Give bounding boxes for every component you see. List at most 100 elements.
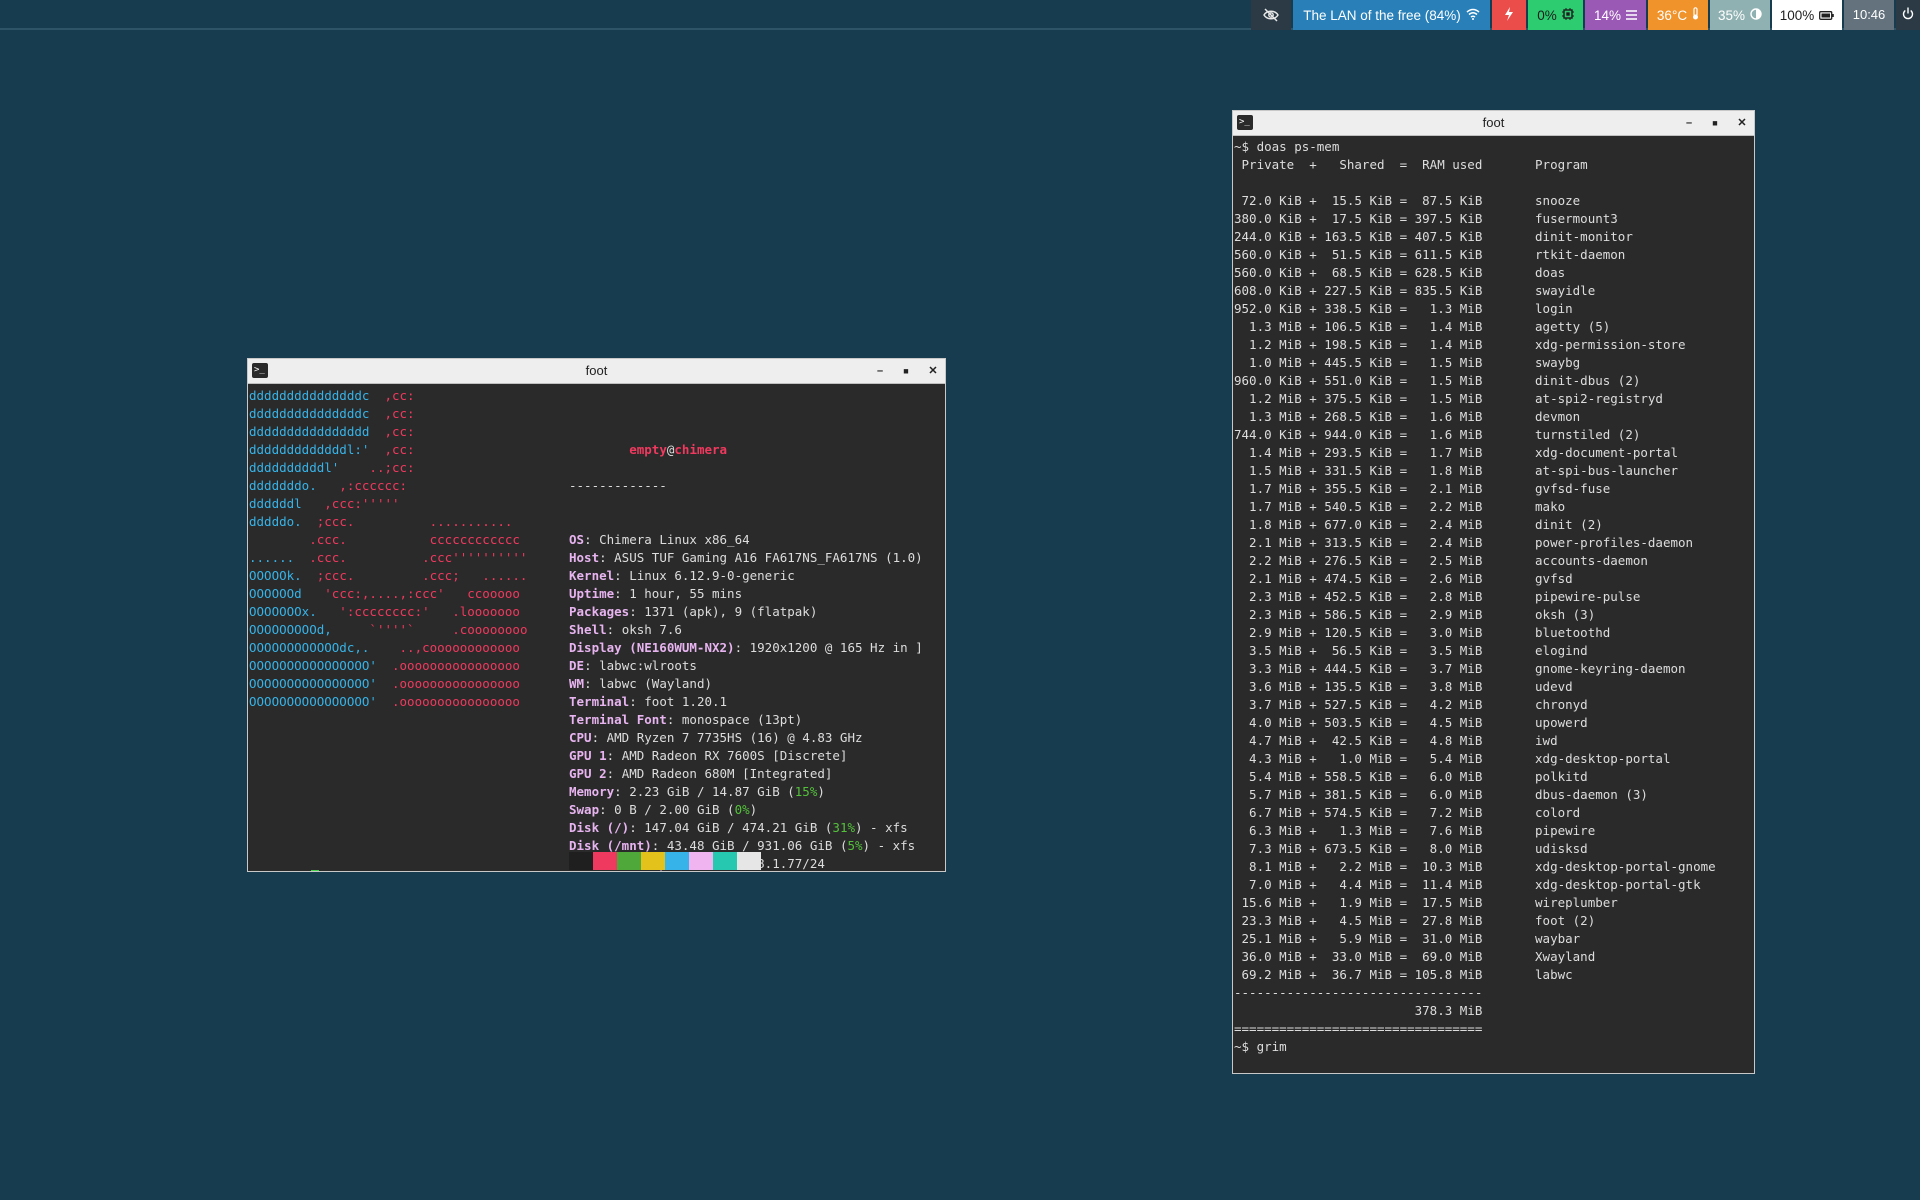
battery[interactable]: 100% [1772,0,1842,30]
output-line: 1.3 MiB + 106.5 KiB = 1.4 MiB agetty (5) [1234,319,1611,334]
output-line: 6.7 MiB + 574.5 KiB = 7.2 MiB colord [1234,805,1581,820]
cpu-usage[interactable]: 0% [1528,0,1583,30]
output-line: 2.1 MiB + 474.5 KiB = 2.6 MiB gvfsd [1234,571,1573,586]
shell-prompt[interactable]: ~$ [249,852,320,871]
output-line: 1.2 MiB + 198.5 KiB = 1.4 MiB xdg-permis… [1234,337,1686,352]
logo-line: dddddddo. ,:cccccc: [249,477,527,495]
logo-part-d: ddddddddddl' [249,460,340,475]
logo-part-d: OOOOOk. [249,568,302,583]
output-line: 36.0 MiB + 33.0 MiB = 69.0 MiB Xwayland [1234,949,1596,964]
output-line: 5.7 MiB + 381.5 KiB = 6.0 MiB dbus-daemo… [1234,787,1648,802]
logo-part-c: ..,coooooooooooo [369,640,520,655]
logo-line: OOOOOOOOOOOOOOOO' .oooooooooooooooo [249,693,527,711]
eye-off-icon [1263,8,1279,22]
color-swatch [689,852,713,870]
info-key: CPU [569,730,592,745]
power-icon [1902,7,1914,23]
power-menu[interactable] [1896,0,1920,30]
logo-part-c: ;ccc. ........... [301,514,513,529]
logo-part-d: dddddddddddddddc [249,406,370,421]
backlight[interactable]: 35% [1710,0,1770,30]
info-key: DE [569,658,585,673]
info-value: : monospace (13pt) [666,712,803,727]
color-swatch [617,852,641,870]
logo-part-d: OOOOOOOOOOOOOOOO' [249,658,377,673]
window-titlebar[interactable]: >_ foot – ■ ✕ [1233,111,1754,136]
info-key: GPU 1 [569,748,607,763]
output-line: 6.3 MiB + 1.3 MiB = 7.6 MiB pipewire [1234,823,1596,838]
logo-part-c: 'ccc:,....,:ccc' ccooooo [301,586,520,601]
logo-part-c: .oooooooooooooooo [376,676,520,691]
output-line: 2.1 MiB + 313.5 KiB = 2.4 MiB power-prof… [1234,535,1694,550]
terminal-output[interactable]: ~$ doas ps-mem Private + Shared = RAM us… [1233,136,1754,1073]
logo-line: OOOOOOOOOOOOdc,. ..,coooooooooooo [249,639,527,657]
info-key: GPU 2 [569,766,607,781]
window-title: foot [1482,115,1505,130]
output-line: 1.7 MiB + 355.5 KiB = 2.1 MiB gvfsd-fuse [1234,481,1611,496]
output-line: --------------------------------- [1234,985,1483,1000]
memory-usage[interactable]: 14% [1585,0,1646,30]
info-row: Host: ASUS TUF Gaming A16 FA617NS_FA617N… [569,549,923,567]
info-value: : ASUS TUF Gaming A16 FA617NS_FA617NS (1… [599,550,923,565]
maximize-button[interactable]: ■ [899,363,913,379]
idle-inhibitor[interactable] [1251,0,1291,30]
network-label: The LAN of the free (84%) [1303,7,1461,23]
cpu-label: 0% [1537,7,1557,23]
logo-line: ddddddl ,ccc:''''' [249,495,527,513]
clock-label: 10:46 [1852,7,1886,22]
output-line: 1.4 MiB + 293.5 KiB = 1.7 MiB xdg-docume… [1234,445,1679,460]
close-button[interactable]: ✕ [1735,115,1749,131]
text-cursor [311,870,320,871]
logo-line: dddddddddddddl:' ,cc: [249,441,527,459]
network-status[interactable]: The LAN of the free (84%) [1293,0,1490,30]
output-line: 3.5 MiB + 56.5 KiB = 3.5 MiB elogind [1234,643,1588,658]
close-button[interactable]: ✕ [926,363,940,379]
output-line: 2.2 MiB + 276.5 KiB = 2.5 MiB accounts-d… [1234,553,1648,568]
logo-part-c: ,cc: [369,406,415,421]
logo-part-c: .oooooooooooooooo [376,694,520,709]
status-modules: The LAN of the free (84%) 0% 14% 36°C 35… [1251,0,1920,30]
terminal-output[interactable]: dddddddddddddddc ,cc: dddddddddddddddc ,c… [248,384,945,871]
info-key: WM [569,676,585,691]
logo-part-d: ddddddl [249,496,302,511]
minimize-button[interactable]: – [1682,115,1696,131]
wifi-icon [1466,8,1480,23]
logo-line: dddddddddddddddc ,cc: [249,405,527,423]
info-row: WM: labwc (Wayland) [569,675,923,693]
info-key: OS [569,532,585,547]
logo-part-d: dddddddddddddddd [249,424,370,439]
info-highlight: 15% [794,784,818,799]
logo-part-d: ...... [249,550,295,565]
window-titlebar[interactable]: >_ foot – ■ ✕ [248,359,945,384]
output-line: 2.3 MiB + 452.5 KiB = 2.8 MiB pipewire-p… [1234,589,1641,604]
info-tail: ) - xfs [855,820,908,835]
output-line: 608.0 KiB + 227.5 KiB = 835.5 KiB swayid… [1234,283,1596,298]
logo-line: OOOOOOOOOOOOOOOO' .oooooooooooooooo [249,657,527,675]
output-line: 1.5 MiB + 331.5 KiB = 1.8 MiB at-spi-bus… [1234,463,1679,478]
output-line: 960.0 KiB + 551.0 KiB = 1.5 MiB dinit-db… [1234,373,1641,388]
info-tail: ) - xfs [862,838,916,853]
power-profile[interactable] [1492,0,1526,30]
info-highlight: 31% [832,820,855,835]
logo-part-c: ..;cc: [339,460,415,475]
contrast-icon [1750,7,1762,23]
memory-label: 14% [1593,7,1622,23]
logo-part-c: ;ccc. .ccc; ...... [301,568,528,583]
logo-part-d: dddddddddddddddc [249,388,370,403]
logo-line: dddddddddddddddd ,cc: [249,423,527,441]
info-value: : 0 B / 2.00 GiB ( [599,802,735,817]
hostname: chimera [674,442,728,457]
minimize-button[interactable]: – [873,363,887,379]
output-line: 244.0 KiB + 163.5 KiB = 407.5 KiB dinit-… [1234,229,1633,244]
temperature[interactable]: 36°C [1648,0,1708,30]
maximize-button[interactable]: ■ [1708,115,1722,131]
logo-line: OOOOOOOx. ':cccccccc:' .looooooo [249,603,527,621]
palette-row-normal [569,852,761,870]
clock[interactable]: 10:46 [1844,0,1894,30]
output-line: 69.2 MiB + 36.7 MiB = 105.8 MiB labwc [1234,967,1573,982]
terminal-window-ps-mem[interactable]: >_ foot – ■ ✕ ~$ doas ps-mem Private + S… [1232,110,1755,1074]
output-line: 5.4 MiB + 558.5 KiB = 6.0 MiB polkitd [1234,769,1588,784]
terminal-window-fastfetch[interactable]: >_ foot – ■ ✕ dddddddddddddddc ,cc: ddddd… [247,358,946,872]
color-swatch [569,852,593,870]
